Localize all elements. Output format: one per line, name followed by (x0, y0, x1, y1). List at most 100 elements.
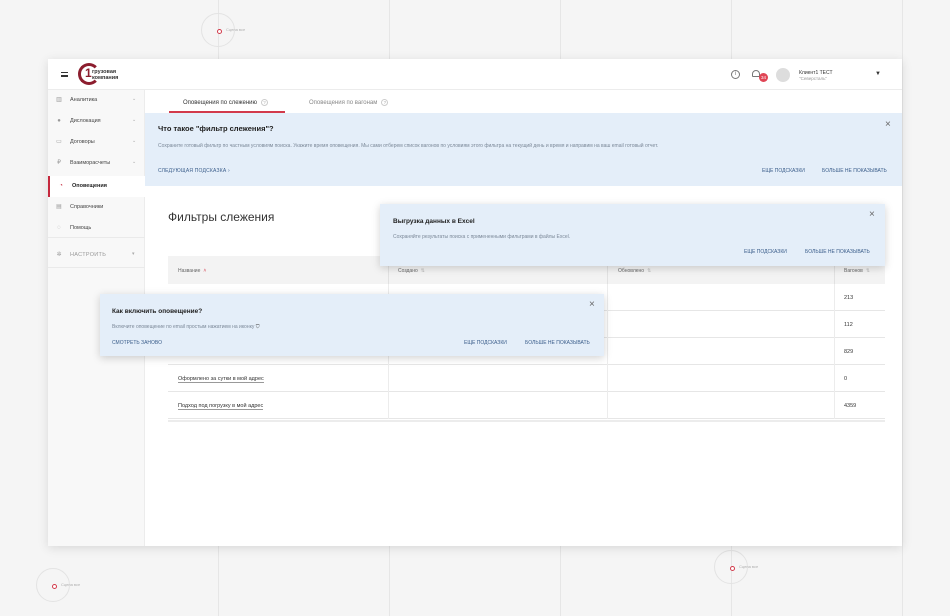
chevron-down-icon: ⌄ (132, 138, 137, 144)
question-icon[interactable]: ? (381, 99, 389, 106)
excel-hint-popover: Выгрузка данных в Excel Сохраняйте резул… (380, 204, 885, 266)
never-show-link[interactable]: БОЛЬШЕ НЕ ПОКАЗЫВАТЬ (525, 340, 590, 346)
popover-text: Включите оповещение по email простым наж… (112, 324, 260, 330)
column-divider (607, 311, 608, 338)
filter-name-link[interactable]: Подход под погрузку в мой адрес (178, 403, 264, 410)
sidebar-item-label: Взаиморасчеты (70, 160, 111, 166)
sidebar-item-directories[interactable]: ▤ Справочники (48, 197, 145, 218)
column-header-name[interactable]: Название ˄ (178, 268, 206, 274)
sort-icon: ⇅ (420, 268, 425, 274)
page-title: Фильтры слежения (168, 210, 275, 224)
watch-again-link[interactable]: СМОТРЕТЬ ЗАНОВО (112, 340, 162, 346)
popover-text-body: Включите оповещение по email простым наж… (112, 324, 255, 330)
marker-label: Сцена все (226, 27, 246, 32)
sidebar-item-help[interactable]: ◌ Помощь (48, 218, 145, 239)
next-hint-link[interactable]: СЛЕДУЮЩАЯ ПОДСКАЗКА › (158, 168, 230, 174)
marker-label: Сцена все (61, 582, 81, 587)
top-bar: 1 грузовая компания i 34 Клиент1 ТЕСТ "С… (48, 59, 902, 90)
marker-label: Сцена все (739, 564, 759, 569)
chart-icon: ▥ (56, 97, 62, 103)
column-divider (607, 284, 608, 311)
sidebar-item-alerts[interactable]: ◔ Оповещения (48, 176, 145, 197)
never-show-link[interactable]: БОЛЬШЕ НЕ ПОКАЗЫВАТЬ (805, 249, 870, 255)
popover-title: Как включить оповещение? (112, 308, 203, 315)
alert-hint-popover: Как включить оповещение? Включите оповещ… (100, 294, 604, 356)
table-scrollbar-track[interactable] (168, 420, 885, 422)
never-show-link[interactable]: БОЛЬШЕ НЕ ПОКАЗЫВАТЬ (822, 168, 887, 174)
column-divider (607, 338, 608, 365)
info-icon[interactable]: i (731, 70, 740, 79)
column-divider (834, 284, 835, 311)
hamburger-menu-icon[interactable] (61, 72, 68, 77)
logo-number: 1 (85, 66, 92, 80)
chevron-down-icon: ⌄ (132, 117, 137, 123)
column-divider (834, 365, 835, 392)
user-organization: "Северсталь" (799, 76, 828, 81)
user-menu-caret-icon[interactable]: ▼ (875, 71, 881, 77)
close-icon[interactable]: × (885, 120, 891, 130)
wagon-count: 213 (844, 295, 854, 301)
marker-dot (52, 584, 57, 589)
sort-icon: ⇅ (647, 268, 652, 274)
tab-label: Оповещения по слежению (183, 100, 258, 107)
more-hints-link[interactable]: ЕЩЕ ПОДСКАЗКИ (744, 249, 787, 255)
notification-toggle-icon: ⛉ (255, 324, 260, 330)
hint-title: Что такое "фильтр слежения"? (158, 124, 274, 133)
sidebar-item-analytics[interactable]: ▥ Аналитика ⌄ (48, 90, 145, 111)
sidebar-divider (48, 267, 145, 268)
sidebar-item-configure[interactable]: ✲ НАСТРОИТЬ ▾ (48, 245, 145, 266)
background-grid-line (902, 0, 903, 616)
wagon-count: 4359 (844, 403, 857, 409)
bell-icon: ◔ (59, 183, 63, 189)
column-header-wagons[interactable]: Вагонов ⇅ (844, 268, 870, 274)
table-row[interactable]: Подход под погрузку в мой адрес 4359 (168, 392, 885, 419)
marker-dot (217, 29, 222, 34)
close-icon[interactable]: × (869, 210, 875, 220)
question-icon[interactable]: ? (261, 99, 269, 106)
sidebar-item-label: НАСТРОИТЬ (70, 252, 107, 258)
gear-icon: ✲ (56, 252, 62, 258)
popover-text: Сохраняйте результаты поиска с примененн… (393, 234, 571, 240)
app-window: 1 грузовая компания i 34 Клиент1 ТЕСТ "С… (48, 59, 902, 546)
column-header-updated[interactable]: Обновлено ⇅ (618, 268, 651, 274)
tab-tracking-alerts[interactable]: Оповещения по слежению? (183, 99, 269, 107)
ruble-icon: ₽ (57, 160, 61, 166)
tab-label: Оповещения по вагонам (309, 100, 378, 107)
column-divider (834, 338, 835, 365)
column-divider (388, 365, 389, 392)
filter-name-link[interactable]: Оформлено за сутки в мой адрес (178, 376, 264, 383)
logo-line-2: компания (92, 75, 119, 81)
wagon-count: 829 (844, 349, 854, 355)
column-label: Обновлено (618, 268, 645, 274)
column-divider (834, 311, 835, 338)
more-hints-link[interactable]: ЕЩЕ ПОДСКАЗКИ (762, 168, 805, 174)
sidebar-item-label: Аналитика (70, 97, 98, 103)
sidebar-item-label: Договоры (70, 139, 95, 145)
sidebar-item-contracts[interactable]: ▭ Договоры ⌄ (48, 132, 145, 153)
more-hints-link[interactable]: ЕЩЕ ПОДСКАЗКИ (464, 340, 507, 346)
help-icon: ◌ (57, 225, 61, 231)
sort-asc-icon: ˄ (203, 268, 207, 274)
column-divider (607, 365, 608, 392)
canvas-marker: Сцена все (714, 550, 758, 584)
table-row[interactable]: Оформлено за сутки в мой адрес 0 (168, 365, 885, 392)
avatar[interactable] (776, 68, 790, 82)
wagon-count: 0 (844, 376, 848, 382)
sidebar-item-settlements[interactable]: ₽ Взаиморасчеты ⌄ (48, 153, 145, 174)
column-header-created[interactable]: Создано ⇅ (398, 268, 425, 274)
company-logo[interactable]: 1 грузовая компания (78, 63, 138, 85)
column-divider (388, 392, 389, 419)
book-icon: ▤ (56, 204, 62, 210)
column-divider (834, 392, 835, 419)
sidebar-divider (48, 237, 145, 238)
close-icon[interactable]: × (589, 300, 595, 310)
sort-icon: ⇅ (865, 268, 871, 274)
tab-wagon-alerts[interactable]: Оповещения по вагонам? (309, 99, 389, 107)
column-label: Вагонов (844, 268, 863, 274)
sidebar-item-label: Оповещения (72, 183, 107, 189)
sidebar-item-dislocation[interactable]: ● Дислокация ⌄ (48, 111, 145, 132)
column-divider (607, 392, 608, 419)
marker-dot (730, 566, 735, 571)
notification-count-badge: 34 (759, 73, 768, 82)
canvas-marker: Сцена все (201, 13, 245, 47)
